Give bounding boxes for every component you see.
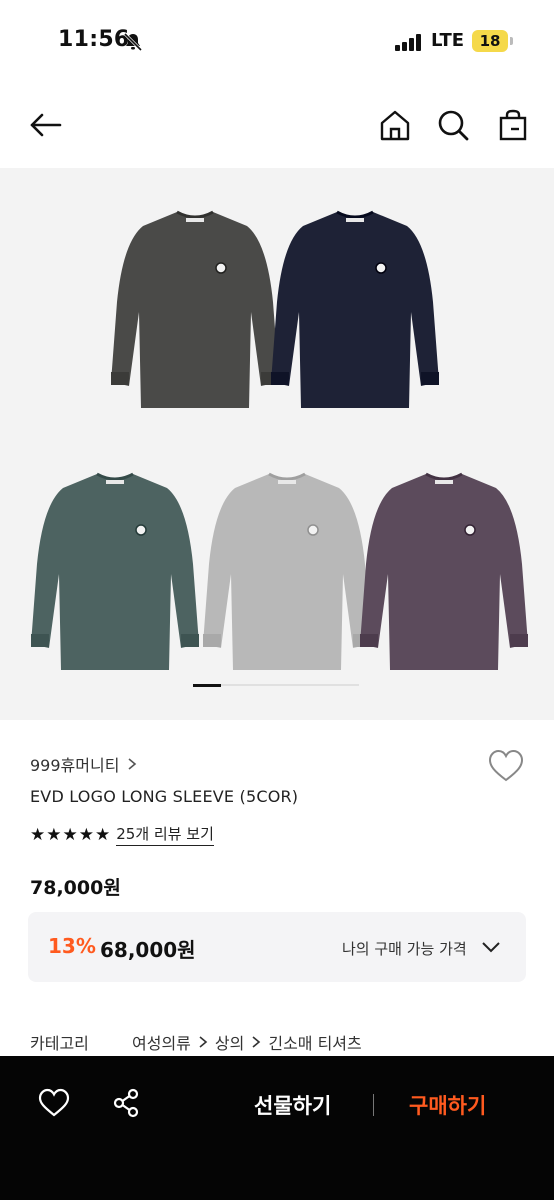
brand-name: 999휴머니티 bbox=[30, 756, 120, 775]
gift-button[interactable]: 선물하기 bbox=[254, 1090, 331, 1120]
silent-bell-icon bbox=[123, 32, 143, 52]
gallery-pager bbox=[193, 684, 359, 687]
battery-indicator: 18 bbox=[472, 30, 508, 52]
signal-icon bbox=[395, 33, 423, 51]
product-title: EVD LOGO LONG SLEEVE (5COR) bbox=[30, 787, 299, 806]
button-divider bbox=[373, 1094, 374, 1116]
chevron-right-icon bbox=[128, 758, 137, 770]
tshirt-navy bbox=[271, 210, 439, 408]
breadcrumb-item[interactable]: 상의 bbox=[215, 1030, 244, 1054]
category-breadcrumb: 여성의류 상의 긴소매 티셔츠 bbox=[132, 1030, 362, 1054]
star-icon: ★ bbox=[78, 824, 94, 845]
share-icon[interactable] bbox=[112, 1088, 140, 1118]
network-type: LTE bbox=[431, 30, 465, 51]
status-bar: 11:56 LTE 18 bbox=[0, 0, 554, 84]
product-image-gallery[interactable] bbox=[0, 168, 554, 720]
top-navigation bbox=[0, 96, 554, 156]
review-link[interactable]: 25개 리뷰 보기 bbox=[116, 823, 214, 846]
status-time: 11:56 bbox=[58, 27, 130, 52]
heart-icon[interactable] bbox=[38, 1088, 70, 1118]
product-image bbox=[31, 210, 528, 670]
star-icon: ★ bbox=[62, 824, 78, 845]
tshirt-gray bbox=[203, 472, 371, 670]
star-icon: ★ bbox=[95, 824, 111, 845]
discount-rate: 13% bbox=[48, 934, 96, 958]
chevron-right-icon bbox=[252, 1036, 261, 1048]
rating-stars: ★ ★ ★ ★ ★ bbox=[30, 825, 110, 845]
bottom-action-bar: 선물하기 구매하기 bbox=[0, 1056, 554, 1200]
category-label: 카테고리 bbox=[30, 1034, 89, 1053]
back-arrow-icon[interactable] bbox=[28, 108, 62, 142]
tshirt-charcoal bbox=[111, 210, 279, 408]
battery-tip bbox=[510, 37, 513, 45]
tshirt-purple bbox=[360, 472, 528, 670]
gallery-pager-active bbox=[193, 684, 221, 687]
sale-price: 68,000원 bbox=[100, 938, 196, 962]
star-icon: ★ bbox=[30, 824, 46, 845]
chevron-down-icon[interactable] bbox=[480, 938, 502, 956]
rating-row: ★ ★ ★ ★ ★ 25개 리뷰 보기 bbox=[30, 823, 214, 846]
brand-link[interactable]: 999휴머니티 bbox=[30, 752, 137, 776]
original-price: 78,000원 bbox=[30, 877, 121, 899]
star-icon: ★ bbox=[46, 824, 62, 845]
breadcrumb-item[interactable]: 여성의류 bbox=[132, 1030, 191, 1054]
breadcrumb-item[interactable]: 긴소매 티셔츠 bbox=[268, 1030, 361, 1054]
home-icon[interactable] bbox=[378, 108, 412, 142]
search-icon[interactable] bbox=[436, 108, 470, 142]
tshirt-green bbox=[31, 472, 199, 670]
shopping-bag-icon[interactable] bbox=[496, 108, 530, 142]
buy-button[interactable]: 구매하기 bbox=[409, 1090, 486, 1120]
chevron-right-icon bbox=[199, 1036, 208, 1048]
my-price-panel[interactable]: 13% 68,000원 나의 구매 가능 가격 bbox=[28, 912, 526, 982]
wishlist-heart-icon[interactable] bbox=[488, 749, 524, 783]
category-row: 카테고리 여성의류 상의 긴소매 티셔츠 bbox=[30, 1030, 362, 1054]
my-price-label: 나의 구매 가능 가격 bbox=[342, 940, 467, 958]
